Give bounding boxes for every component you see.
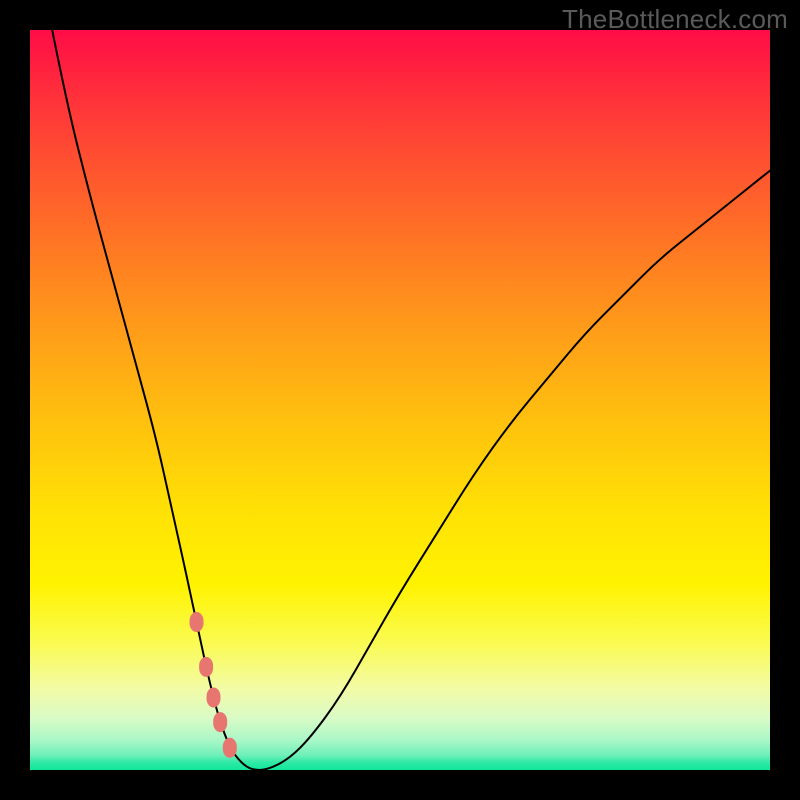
bottleneck-curve xyxy=(30,30,770,770)
curve-marker xyxy=(199,657,213,677)
chart-frame: TheBottleneck.com xyxy=(0,0,800,800)
curve-marker xyxy=(213,712,227,732)
plot-area xyxy=(30,30,770,770)
watermark-text: TheBottleneck.com xyxy=(562,4,788,35)
curve-marker xyxy=(207,688,221,708)
curve-marker xyxy=(223,738,237,758)
curve-path xyxy=(52,30,770,770)
curve-marker xyxy=(190,612,204,632)
markers-group xyxy=(190,612,237,758)
